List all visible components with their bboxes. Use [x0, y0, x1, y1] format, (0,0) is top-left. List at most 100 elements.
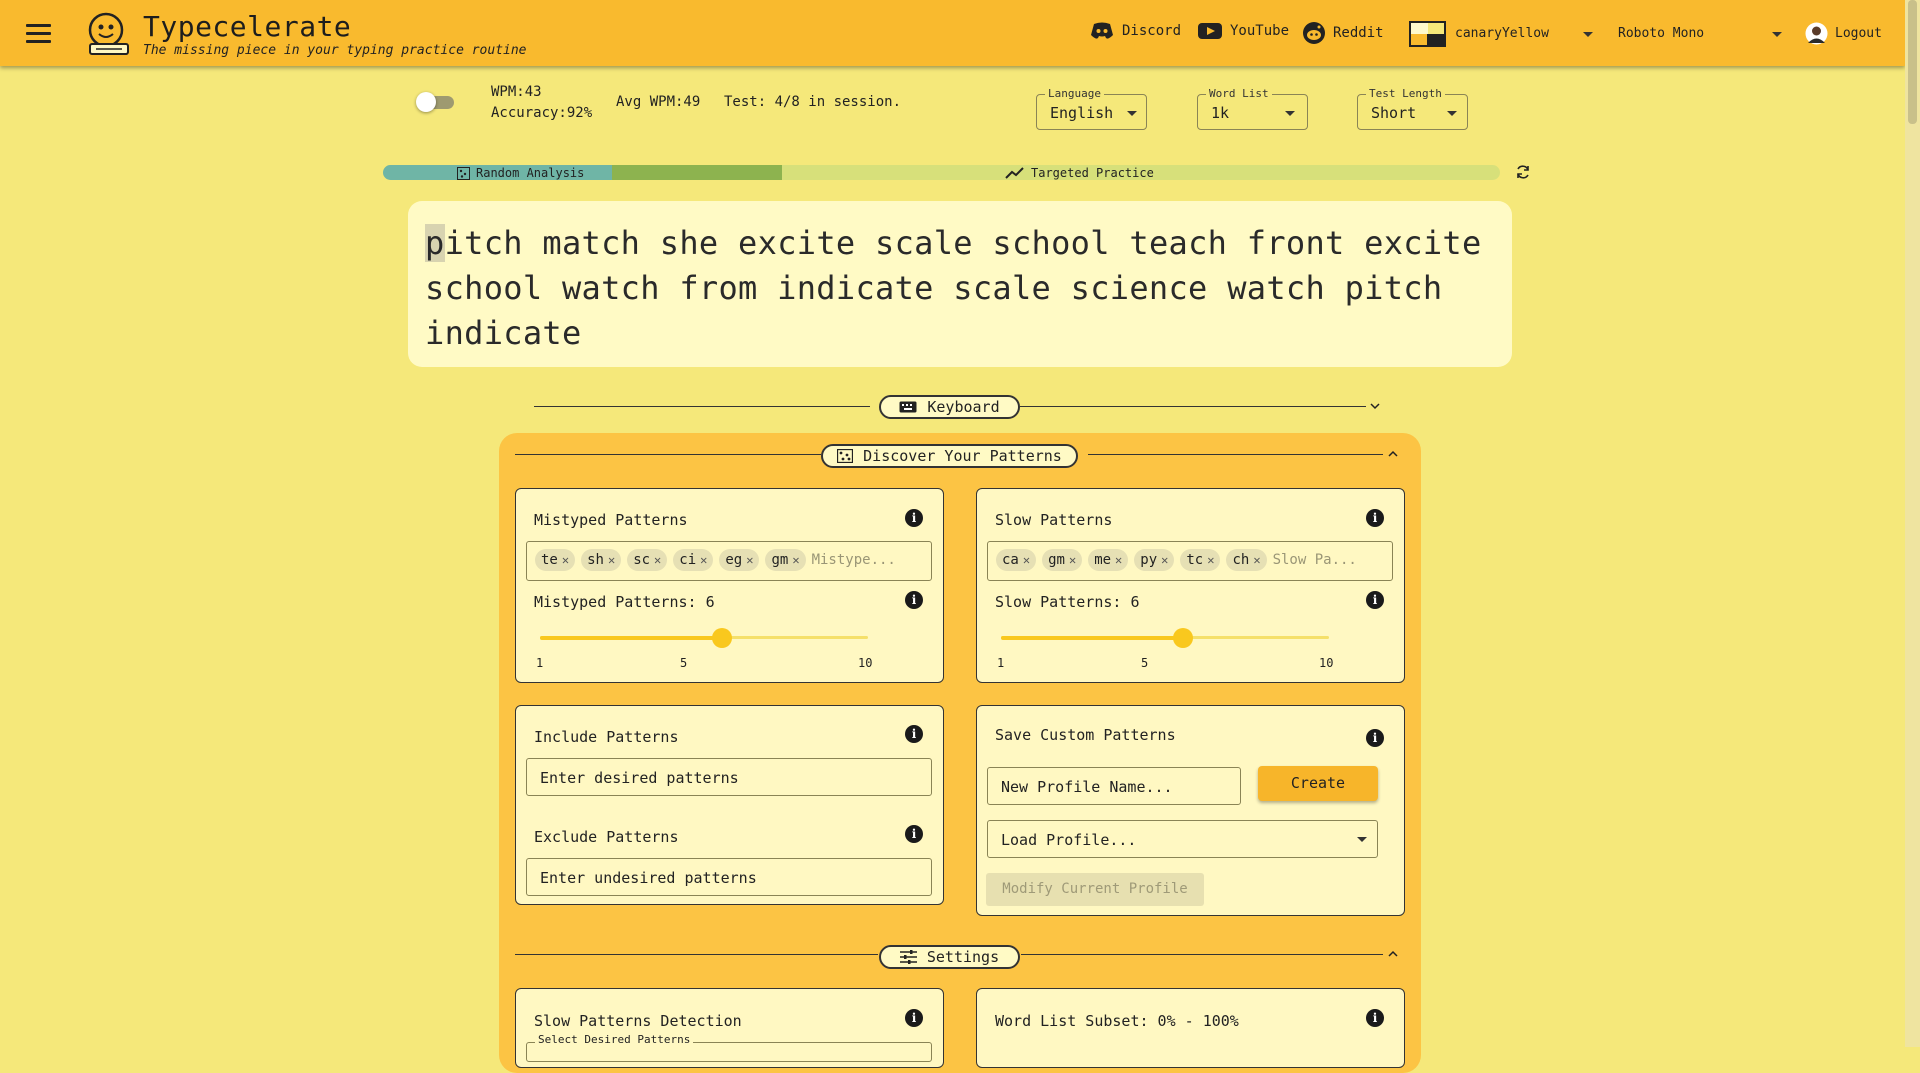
profile-name-placeholder: New Profile Name...: [1001, 778, 1173, 796]
create-button[interactable]: Create: [1258, 766, 1378, 801]
pattern-chip[interactable]: ca ✕: [996, 549, 1037, 571]
random-analysis-label: Random Analysis: [457, 166, 584, 180]
pattern-chip[interactable]: sc ✕: [627, 549, 668, 571]
pattern-chip[interactable]: eg ✕: [719, 549, 760, 571]
remove-chip-icon[interactable]: ✕: [1023, 553, 1030, 567]
pattern-chip-label: ci: [679, 552, 697, 568]
remove-chip-icon[interactable]: ✕: [1115, 553, 1122, 567]
test-length-dropdown-icon: [1447, 111, 1457, 116]
app-title[interactable]: Typecelerate: [143, 10, 351, 43]
exclude-patterns-input[interactable]: Enter undesired patterns: [526, 858, 932, 896]
theme-dropdown-icon[interactable]: [1583, 32, 1593, 37]
chevron-up-icon[interactable]: [1388, 949, 1398, 959]
remove-chip-icon[interactable]: ✕: [1253, 553, 1260, 567]
keyboard-toggle[interactable]: Keyboard: [879, 395, 1020, 419]
keyboard-divider-right: [1020, 406, 1366, 407]
test-length-select[interactable]: Test Length Short: [1357, 87, 1468, 130]
info-icon[interactable]: i: [905, 825, 923, 843]
language-select[interactable]: Language English: [1036, 87, 1147, 130]
remove-chip-icon[interactable]: ✕: [1161, 553, 1168, 567]
random-analysis-text: Random Analysis: [476, 166, 585, 180]
slow-count: Slow Patterns: 6: [995, 593, 1140, 611]
select-desired-label: Select Desired Patterns: [535, 1033, 694, 1046]
mistyped-patterns-input[interactable]: te ✕ sh ✕ sc ✕ ci ✕ eg ✕ gm ✕ Mistype...: [526, 541, 932, 581]
pattern-chip[interactable]: gm ✕: [765, 549, 806, 571]
info-icon[interactable]: i: [1366, 509, 1384, 527]
logout-button[interactable]: Logout: [1835, 26, 1882, 41]
mode-toggle[interactable]: [416, 92, 456, 112]
remove-chip-icon[interactable]: ✕: [746, 553, 753, 567]
remove-chip-icon[interactable]: ✕: [608, 553, 615, 567]
font-select[interactable]: Roboto Mono: [1618, 26, 1704, 41]
info-icon[interactable]: i: [905, 1009, 923, 1027]
theme-select[interactable]: canaryYellow: [1455, 26, 1549, 41]
remove-chip-icon[interactable]: ✕: [792, 553, 799, 567]
include-placeholder: Enter desired patterns: [540, 769, 739, 787]
info-icon[interactable]: i: [1366, 729, 1384, 747]
scrollbar[interactable]: [1905, 0, 1920, 1047]
word-list-dropdown-icon: [1285, 111, 1295, 116]
info-icon[interactable]: i: [1366, 591, 1384, 609]
pattern-chip[interactable]: me ✕: [1088, 549, 1129, 571]
modify-profile-button[interactable]: Modify Current Profile: [986, 873, 1204, 906]
reddit-icon: [1303, 22, 1325, 44]
language-label: Language: [1045, 87, 1104, 100]
pattern-chip[interactable]: gm ✕: [1042, 549, 1083, 571]
slider-tick: 1: [536, 656, 544, 670]
scrollbar-thumb[interactable]: [1908, 0, 1917, 124]
exclude-title: Exclude Patterns: [534, 828, 679, 846]
youtube-icon: [1198, 23, 1222, 39]
discover-patterns-toggle[interactable]: Discover Your Patterns: [821, 444, 1078, 468]
remove-chip-icon[interactable]: ✕: [1207, 553, 1214, 567]
pattern-chip[interactable]: sh ✕: [581, 549, 622, 571]
settings-label: Settings: [926, 948, 1000, 966]
scatter-icon: [457, 166, 470, 180]
chevron-down-icon[interactable]: [1370, 401, 1380, 411]
font-dropdown-icon[interactable]: [1772, 32, 1782, 37]
pattern-chip[interactable]: ci ✕: [673, 549, 714, 571]
include-patterns-input[interactable]: Enter desired patterns: [526, 758, 932, 796]
remove-chip-icon[interactable]: ✕: [700, 553, 707, 567]
pattern-chip-label: py: [1140, 552, 1158, 568]
settings-toggle[interactable]: Settings: [879, 945, 1020, 969]
settings-divider-right: [1021, 954, 1383, 955]
remove-chip-icon[interactable]: ✕: [654, 553, 661, 567]
sliders-icon: [899, 950, 917, 964]
info-icon[interactable]: i: [905, 591, 923, 609]
discord-label: Discord: [1122, 23, 1182, 39]
typing-cursor: p: [425, 224, 445, 262]
chevron-up-icon[interactable]: [1388, 449, 1398, 459]
discord-icon: [1091, 22, 1113, 39]
mistyped-placeholder: Mistype...: [811, 552, 896, 568]
refresh-icon[interactable]: [1515, 164, 1531, 180]
load-profile-label: Load Profile...: [1001, 831, 1137, 849]
accuracy-stat: Accuracy:92%: [491, 105, 593, 121]
info-icon[interactable]: i: [1366, 1009, 1384, 1027]
remove-chip-icon[interactable]: ✕: [1069, 553, 1076, 567]
typing-text-area[interactable]: pitch match she excite scale school teac…: [408, 201, 1512, 367]
word-list-select[interactable]: Word List 1k: [1197, 87, 1308, 130]
pattern-chip[interactable]: tc ✕: [1180, 549, 1221, 571]
info-icon[interactable]: i: [905, 509, 923, 527]
theme-swatch-icon: [1409, 21, 1446, 47]
remove-chip-icon[interactable]: ✕: [562, 553, 569, 567]
reddit-link[interactable]: Reddit: [1303, 22, 1384, 44]
keyboard-icon: [899, 401, 917, 413]
load-profile-select[interactable]: Load Profile...: [987, 820, 1378, 858]
pattern-chip-label: ca: [1002, 552, 1019, 568]
avatar[interactable]: [1805, 22, 1828, 45]
include-title: Include Patterns: [534, 728, 679, 746]
slow-patterns-input[interactable]: ca ✕ gm ✕ me ✕ py ✕ tc ✕ ch ✕ Slow Pa...: [987, 541, 1393, 581]
pattern-chip[interactable]: py ✕: [1134, 549, 1175, 571]
youtube-link[interactable]: YouTube: [1198, 22, 1289, 40]
menu-icon[interactable]: [26, 24, 51, 43]
pattern-chip-label: ch: [1232, 552, 1250, 568]
word-list-label: Word List: [1206, 87, 1272, 100]
profile-name-input[interactable]: New Profile Name...: [987, 767, 1241, 805]
info-icon[interactable]: i: [905, 725, 923, 743]
discord-link[interactable]: Discord: [1090, 22, 1181, 40]
mistyped-chip-list: te ✕ sh ✕ sc ✕ ci ✕ eg ✕ gm ✕: [535, 549, 812, 571]
pattern-chip[interactable]: ch ✕: [1226, 549, 1267, 571]
slider-tick: 5: [1141, 656, 1149, 670]
pattern-chip[interactable]: te ✕: [535, 549, 576, 571]
